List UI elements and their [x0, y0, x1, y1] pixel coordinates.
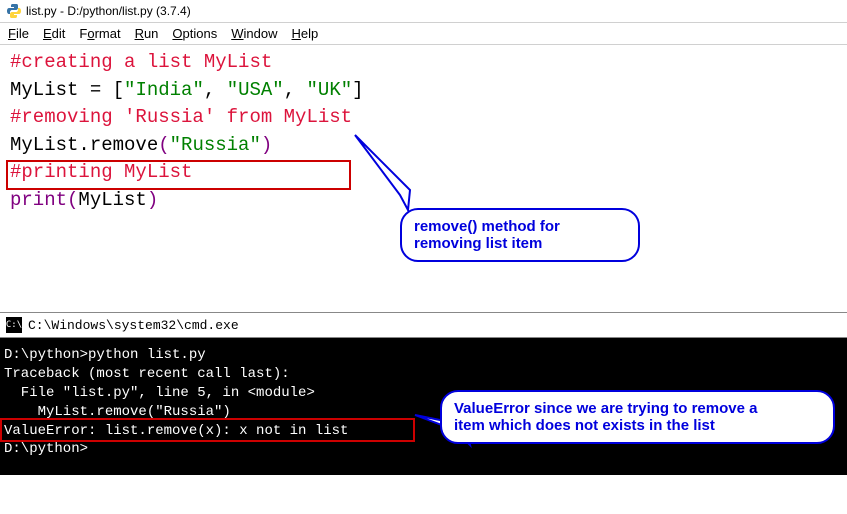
callout-valueerror: ValueError since we are trying to remove… [440, 390, 835, 444]
code-builtin: print [10, 189, 67, 211]
code-comment: #creating a list MyList [10, 51, 272, 73]
idle-title-text: list.py - D:/python/list.py (3.7.4) [26, 4, 191, 18]
cmd-icon: C:\ [6, 317, 22, 333]
menu-options[interactable]: Options [172, 26, 217, 41]
cmd-line: D:\python>python list.py [4, 346, 843, 365]
cmd-title-text: C:\Windows\system32\cmd.exe [28, 318, 239, 333]
menu-format[interactable]: Format [79, 26, 120, 41]
error-highlight-box [0, 418, 415, 442]
menu-file[interactable]: File [8, 26, 29, 41]
menu-help[interactable]: Help [292, 26, 319, 41]
code-highlight-box [6, 160, 351, 190]
idle-title-bar: list.py - D:/python/list.py (3.7.4) [0, 0, 847, 23]
callout-remove-method: remove() method for removing list item [400, 208, 640, 262]
menu-run[interactable]: Run [135, 26, 159, 41]
code-identifier: MyList [10, 79, 78, 101]
cmd-title-bar: C:\ C:\Windows\system32\cmd.exe [0, 312, 847, 338]
menu-edit[interactable]: Edit [43, 26, 65, 41]
code-comment: #removing 'Russia' from MyList [10, 106, 352, 128]
code-editor[interactable]: #creating a list MyList MyList = ["India… [0, 45, 847, 218]
python-icon [6, 3, 22, 19]
menu-bar: File Edit Format Run Options Window Help [0, 23, 847, 45]
menu-window[interactable]: Window [231, 26, 277, 41]
code-string: "India" [124, 79, 204, 101]
idle-window: list.py - D:/python/list.py (3.7.4) File… [0, 0, 847, 218]
